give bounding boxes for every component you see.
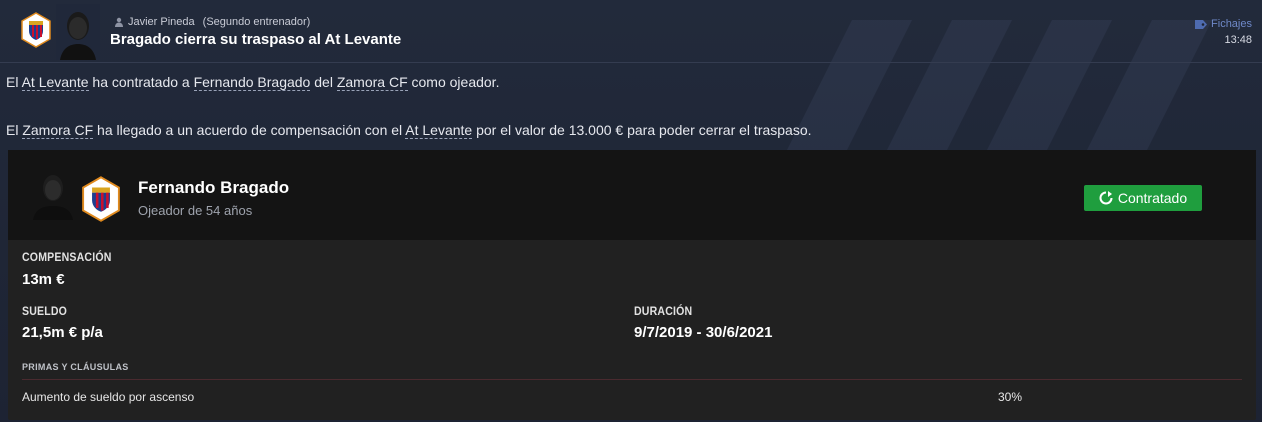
staff-subtitle: Ojeador de 54 años [138,203,253,218]
duration-value: 9/7/2019 - 30/6/2021 [634,324,773,341]
sender-line: Javier Pineda (Segundo entrenador) [114,16,310,28]
message-time: 13:48 [1224,34,1252,46]
tag-icon [1195,19,1208,29]
sender-role: (Segundo entrenador) [202,16,311,28]
sender-name[interactable]: Javier Pineda [128,16,195,28]
staff-name[interactable]: Fernando Bragado [138,178,289,198]
text-run: ha llegado a un acuerdo de compensación … [93,122,406,138]
club-link-at-levante[interactable]: At Levante [21,74,89,91]
category-label: Fichajes [1211,18,1252,30]
person-link-fernando-bragado[interactable]: Fernando Bragado [193,74,311,91]
category-link[interactable]: Fichajes [1195,18,1252,30]
duration-label: DURACIÓN [634,304,693,318]
clauses-label: PRIMAS Y CLÁUSULAS [22,362,129,372]
club-badge[interactable] [78,176,124,222]
club-link-zamora-cf[interactable]: Zamora CF [336,74,408,91]
club-link-at-levante[interactable]: At Levante [405,122,473,139]
message-header: Javier Pineda (Segundo entrenador) Braga… [0,0,1262,63]
text-run: como ojeador. [407,74,500,90]
text-run: por el valor de 13.000 € para poder cerr… [472,122,812,138]
sender-avatar[interactable] [56,4,100,60]
clauses-divider [22,379,1242,380]
compensation-value: 13m € [22,271,65,288]
clause-value: 30% [998,390,1023,404]
salary-label: SUELDO [22,304,68,318]
salary-value: 21,5m € p/a [22,324,103,341]
message-paragraph-2: El Zamora CF ha llegado a un acuerdo de … [6,122,812,139]
text-run: El [6,74,22,90]
message-paragraph-1: El At Levante ha contratado a Fernando B… [6,74,500,91]
staff-avatar[interactable] [30,170,76,220]
person-icon [115,17,123,27]
refresh-icon [1099,191,1113,205]
clause-name: Aumento de sueldo por ascenso [22,390,195,404]
message-subject: Bragado cierra su traspaso al At Levante [110,31,402,48]
club-badge[interactable] [18,12,54,48]
text-run: ha contratado a [88,74,194,90]
text-run: El [6,122,23,138]
news-item-page: Javier Pineda (Segundo entrenador) Braga… [0,0,1262,422]
transfer-card: Fernando Bragado Ojeador de 54 años Cont… [8,150,1256,420]
club-link-zamora-cf[interactable]: Zamora CF [22,122,94,139]
text-run: del [310,74,337,90]
status-button[interactable]: Contratado [1084,185,1202,211]
compensation-label: COMPENSACIÓN [22,250,112,264]
transfer-card-header: Fernando Bragado Ojeador de 54 años Cont… [8,150,1256,240]
status-label: Contratado [1117,190,1188,206]
